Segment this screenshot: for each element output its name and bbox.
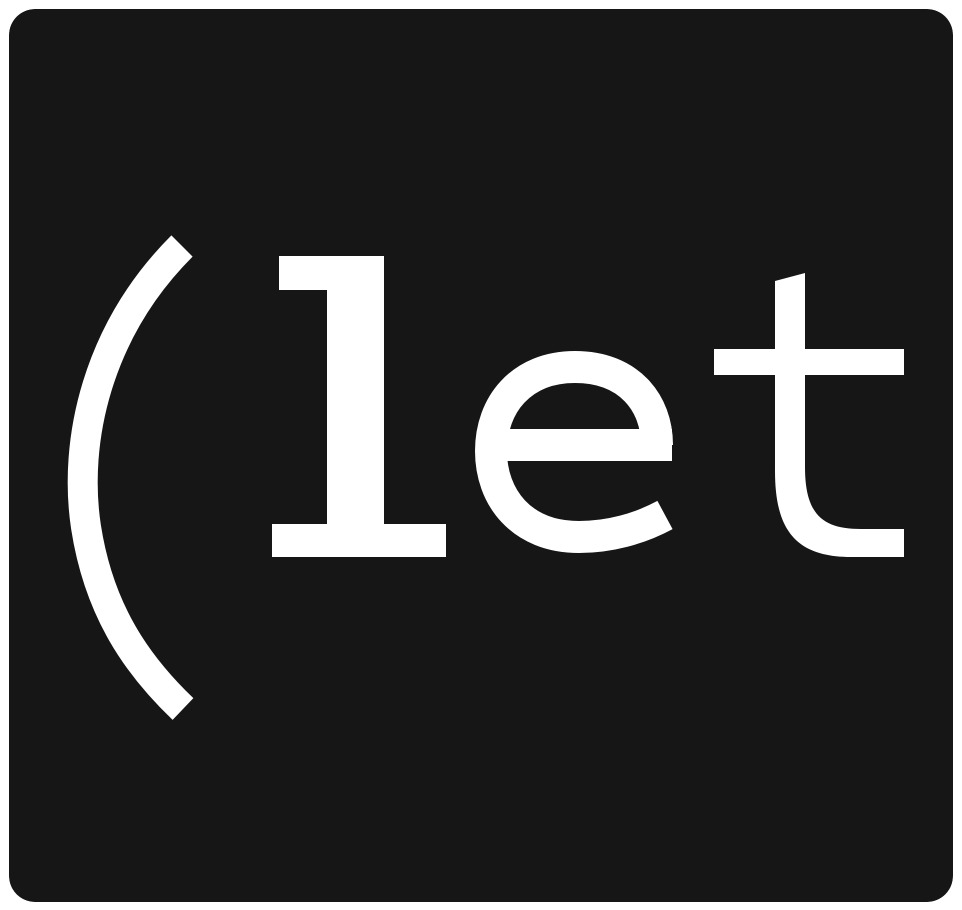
logo-graphic — [9, 9, 953, 902]
logo-tile — [9, 9, 953, 902]
logo-canvas — [0, 0, 962, 910]
